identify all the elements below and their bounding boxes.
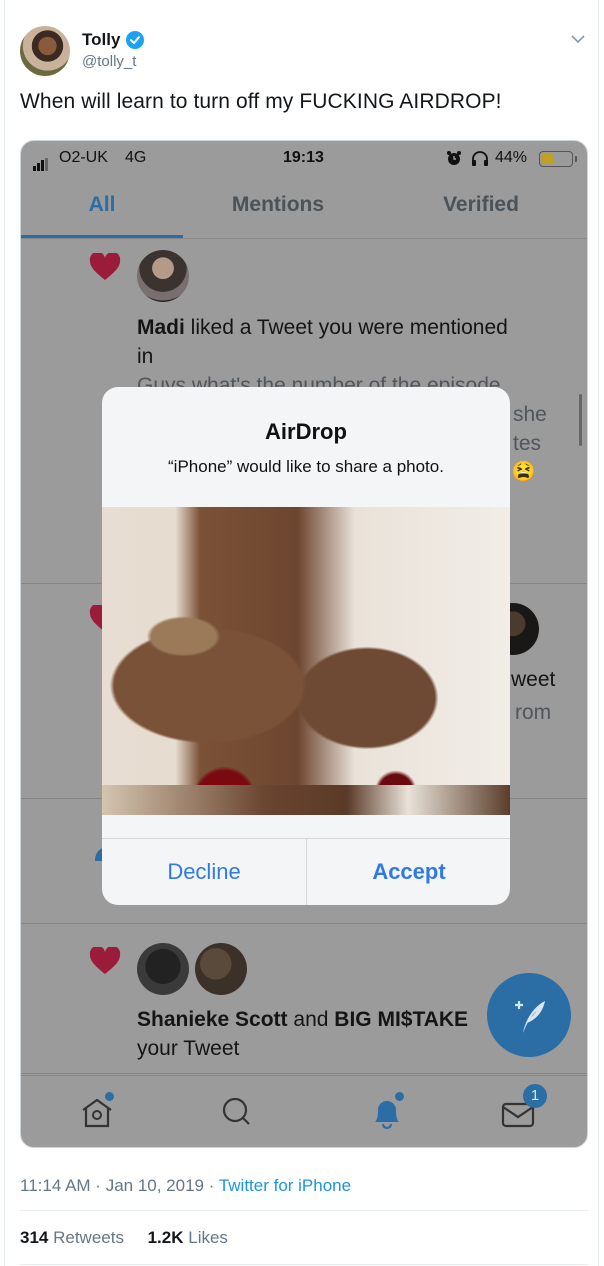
tweet-source-link[interactable]: Twitter for iPhone [219, 1176, 351, 1195]
tweet-meta: 11:14 AM · Jan 10, 2019 · Twitter for iP… [20, 1176, 351, 1196]
signal-strength-icon [33, 153, 49, 171]
row-divider [21, 1073, 587, 1074]
likes-label: Likes [183, 1228, 228, 1247]
notification-text: rom [515, 701, 552, 724]
nav-messages[interactable]: 1 [497, 1084, 547, 1134]
nav-search[interactable] [215, 1090, 259, 1134]
heart-icon [89, 945, 121, 975]
scrollbar[interactable] [579, 394, 582, 446]
network-type: 4G [125, 149, 147, 166]
nav-home[interactable] [75, 1090, 119, 1134]
new-content-dot [105, 1092, 114, 1101]
retweets-count: 314 [20, 1228, 49, 1247]
tweet-header: Tolly @tolly_t [20, 26, 590, 78]
page-border-right [598, 0, 599, 1266]
battery-level-fill [542, 154, 554, 163]
carrier-name: O2-UK [59, 149, 108, 166]
tweet-preview-line: she [513, 403, 547, 426]
verified-badge-icon [126, 31, 144, 49]
heart-icon [89, 251, 121, 281]
tweet-stats: 314 Retweets 1.2K Likes [20, 1228, 228, 1248]
notification-action: liked a Tweet you were mentioned [184, 316, 508, 339]
messages-badge: 1 [523, 1084, 547, 1108]
tweet-text: When will learn to turn off my FUCKING A… [20, 90, 502, 113]
phone-status-bar: O2-UK 4G 19:13 44% [21, 141, 587, 175]
attached-screenshot[interactable]: O2-UK 4G 19:13 44% All Mentions Verified… [20, 140, 588, 1148]
tweet-date[interactable]: Jan 10, 2019 [106, 1176, 204, 1195]
page-border-left [4, 0, 5, 1266]
divider [20, 1264, 588, 1265]
notification-text: Madi liked a Tweet you were mentioned [137, 313, 508, 342]
battery-icon [539, 151, 573, 167]
notification-tabs: All Mentions Verified [21, 175, 587, 239]
retweets-label: Retweets [48, 1228, 124, 1247]
tweet-preview-line: tes [513, 432, 542, 455]
alarm-icon [446, 150, 462, 171]
shared-photo-preview-bottom [102, 785, 510, 815]
author-avatar[interactable] [20, 26, 70, 76]
retweets-stat[interactable]: 314 Retweets [20, 1228, 124, 1247]
decline-button[interactable]: Decline [102, 838, 306, 905]
search-icon [222, 1097, 250, 1125]
battery-tip [575, 156, 577, 162]
actor-name[interactable]: Madi [137, 316, 185, 339]
dialog-message: “iPhone” would like to share a photo. [168, 457, 444, 476]
tab-mentions[interactable]: Mentions [183, 193, 373, 217]
separator: · [90, 1176, 106, 1195]
headphones-icon [471, 150, 489, 171]
row-divider [21, 923, 587, 924]
avatar[interactable] [195, 943, 247, 995]
compose-feather-icon [515, 1001, 545, 1033]
shared-photo-preview [102, 507, 510, 815]
nav-notifications[interactable] [365, 1090, 409, 1134]
actor-name[interactable]: BIG MI$TAKE [334, 1008, 468, 1031]
notification-action-cont: in [137, 345, 154, 368]
author-name[interactable]: Tolly [82, 30, 120, 50]
airdrop-dialog: AirDrop “iPhone” would like to share a p… [102, 387, 510, 905]
tab-all[interactable]: All [21, 193, 183, 217]
separator: · [204, 1176, 219, 1195]
dialog-title: AirDrop [265, 419, 347, 444]
likes-count: 1.2K [147, 1228, 184, 1247]
battery-percent: 44% [495, 149, 528, 166]
joiner-text: and [287, 1008, 335, 1031]
compose-tweet-button[interactable] [487, 973, 571, 1057]
tab-verified[interactable]: Verified [381, 193, 581, 217]
actor-name[interactable]: Shanieke Scott [137, 1008, 288, 1031]
author-handle[interactable]: @tolly_t [82, 53, 136, 70]
accept-button[interactable]: Accept [307, 838, 510, 905]
active-tab-indicator [21, 235, 183, 238]
bottom-nav: 1 [21, 1075, 587, 1147]
notification-text: weet [511, 668, 556, 691]
notification-text: Shanieke Scott and BIG MI$TAKE [137, 1005, 468, 1034]
divider [20, 1210, 588, 1211]
notification-action-cont: your Tweet [137, 1037, 240, 1060]
new-content-dot [395, 1092, 404, 1101]
likes-stat[interactable]: 1.2K Likes [148, 1228, 228, 1247]
status-time: 19:13 [283, 149, 324, 166]
emoji-tired-face: 😫 [511, 461, 536, 483]
avatar[interactable] [137, 943, 189, 995]
chevron-down-icon[interactable] [570, 32, 586, 46]
tweet-time[interactable]: 11:14 AM [20, 1176, 91, 1195]
avatar[interactable] [137, 250, 189, 302]
